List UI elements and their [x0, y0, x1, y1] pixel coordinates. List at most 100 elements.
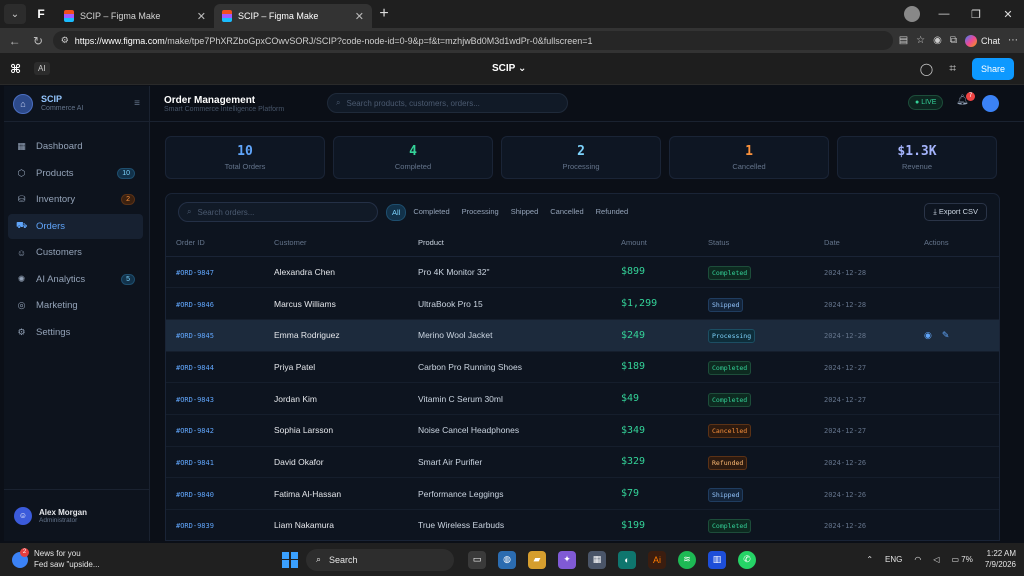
spotify-icon[interactable]: ≋ [678, 550, 696, 569]
tab-close-icon[interactable]: ✕ [197, 10, 206, 23]
table-row[interactable]: #ORD-9844 Priya Patel Carbon Pro Running… [166, 351, 999, 384]
store-icon[interactable]: ▦ [588, 550, 606, 569]
tab-close-icon[interactable]: ✕ [355, 10, 364, 23]
column-header[interactable]: Date [824, 230, 924, 257]
figma-logo-icon[interactable]: ⌘ [10, 62, 26, 76]
sidebar-item-customers[interactable]: ☺ Customers [8, 240, 143, 265]
comment-icon[interactable]: ◯ [920, 62, 933, 76]
sidebar-item-inventory[interactable]: ⛁ Inventory 2 [8, 187, 143, 212]
copilot-chat-button[interactable]: Chat [964, 34, 1000, 47]
clock[interactable]: 1:22 AM 7/9/2026 [985, 549, 1016, 571]
maximize-icon[interactable]: ❐ [960, 8, 992, 21]
minimize-icon[interactable]: — [928, 8, 960, 20]
column-header[interactable]: Product [418, 230, 621, 257]
whatsapp-icon[interactable]: ✆ [738, 550, 756, 569]
stat-card-revenue: $1.3K Revenue [837, 136, 997, 179]
sidebar-item-settings[interactable]: ⚙ Settings [8, 320, 143, 345]
product-name: Vitamin C Serum 30ml [418, 382, 621, 415]
widgets-icon[interactable]: ◍ [498, 550, 516, 569]
more-options-icon[interactable]: ⋯ [1008, 35, 1018, 46]
avatar[interactable] [982, 95, 999, 112]
edge-browser-icon[interactable]: ◐ [618, 550, 636, 569]
table-row[interactable]: #ORD-9846 Marcus Williams UltraBook Pro … [166, 287, 999, 320]
extensions-icon[interactable]: ⧉ [950, 35, 957, 46]
project-title-dropdown[interactable]: SCIP ⌄ [492, 63, 526, 74]
clock-date: 7/9/2026 [984, 559, 1016, 569]
inspect-icon[interactable]: ⌗ [949, 61, 956, 76]
share-button[interactable]: Share [971, 57, 1014, 80]
chevron-up-icon[interactable]: ⌃ [866, 555, 873, 564]
filter-refunded[interactable]: Refunded [591, 204, 634, 221]
order-id-link[interactable]: #ORD-9846 [176, 301, 214, 309]
global-search-input[interactable]: ⌕ Search products, customers, orders... [327, 93, 568, 113]
sidebar-item-dashboard[interactable]: ▦ Dashboard [8, 134, 143, 159]
battery-indicator[interactable]: ▭ 7% [952, 555, 973, 564]
table-row[interactable]: #ORD-9845 Emma Rodriguez Merino Wool Jac… [166, 319, 999, 352]
order-id-link[interactable]: #ORD-9844 [176, 364, 214, 372]
table-row[interactable]: #ORD-9847 Alexandra Chen Pro 4K Monitor … [166, 256, 999, 289]
sidebar-item-ai-analytics[interactable]: ✺ AI Analytics 5 [8, 267, 143, 292]
table-header-row: Order ID Customer Product Amount Status … [166, 230, 999, 257]
filter-all[interactable]: All [386, 203, 407, 221]
illustrator-icon[interactable]: Ai [648, 550, 666, 569]
edit-pencil-icon[interactable]: ✎ [942, 330, 960, 340]
browser-tab-1[interactable]: SCIP – Figma Make ✕ [56, 4, 214, 28]
order-id-link[interactable]: #ORD-9839 [176, 522, 214, 530]
sidebar-item-orders[interactable]: ⛟ Orders [8, 213, 143, 239]
table-row[interactable]: #ORD-9840 Fatima Al-Hassan Performance L… [166, 477, 999, 510]
filter-cancelled[interactable]: Cancelled [545, 204, 588, 221]
url-field[interactable]: ⚙ https://www.figma.com/make/tpe7PhXRZbo… [52, 31, 893, 50]
user-profile[interactable]: ☺ Alex Morgan Administrator [4, 489, 150, 541]
column-header[interactable]: Amount [621, 230, 708, 257]
news-widget[interactable]: 2 News for you Fed saw "upside... [0, 547, 260, 571]
reader-mode-icon[interactable]: ▤ [899, 35, 908, 46]
tab-actions-chevron-icon[interactable]: ⌄ [4, 4, 26, 24]
copilot-app-icon[interactable]: ✦ [558, 550, 576, 569]
trello-icon[interactable]: ▥ [708, 550, 726, 569]
language-indicator[interactable]: ENG [885, 555, 902, 564]
profile-icon[interactable]: ◉ [933, 35, 942, 46]
hamburger-menu-icon[interactable]: ≡ [134, 98, 140, 109]
site-info-icon[interactable]: ⚙ [61, 35, 69, 46]
table-row[interactable]: #ORD-9841 David Okafor Smart Air Purifie… [166, 446, 999, 479]
sidebar-item-products[interactable]: ⬡ Products 10 [8, 161, 143, 186]
column-header[interactable]: Customer [274, 230, 418, 257]
avatar: ☺ [14, 506, 32, 525]
order-id-link[interactable]: #ORD-9845 [176, 332, 214, 340]
table-row[interactable]: #ORD-9842 Sophia Larsson Noise Cancel He… [166, 414, 999, 447]
profile-avatar-icon[interactable] [904, 6, 920, 22]
stat-card-processing: 2 Processing [501, 136, 661, 179]
order-id-link[interactable]: #ORD-9841 [176, 459, 214, 467]
windows-start-icon[interactable] [282, 551, 298, 568]
filter-shipped[interactable]: Shipped [506, 204, 544, 221]
new-tab-plus-icon[interactable]: + [372, 5, 396, 23]
order-search-input[interactable]: ⌕ Search orders... [178, 202, 378, 222]
order-id-link[interactable]: #ORD-9840 [176, 491, 214, 499]
news-icon: 2 [12, 547, 29, 568]
filter-completed[interactable]: Completed [408, 204, 454, 221]
pinned-tab-figma-icon[interactable]: F [26, 0, 56, 28]
volume-icon[interactable]: ◁ [933, 555, 939, 564]
file-explorer-icon[interactable]: ▰ [528, 550, 546, 569]
table-row[interactable]: #ORD-9843 Jordan Kim Vitamin C Serum 30m… [166, 382, 999, 415]
task-view-icon[interactable]: ▭ [468, 550, 486, 569]
column-header[interactable]: Status [708, 230, 824, 257]
close-window-icon[interactable]: ✕ [992, 8, 1024, 21]
status-badge: Shipped [708, 487, 744, 502]
table-row[interactable]: #ORD-9839 Liam Nakamura True Wireless Ea… [166, 509, 999, 540]
order-id-link[interactable]: #ORD-9843 [176, 396, 214, 404]
browser-tab-2[interactable]: SCIP – Figma Make ✕ [214, 4, 372, 28]
view-eye-icon[interactable]: ◉ [924, 330, 942, 340]
refresh-icon[interactable]: ↻ [29, 34, 46, 48]
back-arrow-icon[interactable]: ← [6, 34, 23, 48]
order-id-link[interactable]: #ORD-9847 [176, 269, 214, 277]
wifi-icon[interactable]: ◠ [914, 555, 921, 564]
order-id-link[interactable]: #ORD-9842 [176, 427, 214, 435]
ai-badge[interactable]: AI [34, 62, 50, 75]
taskbar-search-input[interactable]: ⌕ Search [306, 548, 454, 571]
filter-processing[interactable]: Processing [457, 204, 504, 221]
sidebar-item-marketing[interactable]: ◎ Marketing [8, 293, 143, 318]
export-csv-button[interactable]: ⤓ Export CSV [924, 203, 987, 221]
column-header[interactable]: Order ID [166, 230, 274, 257]
favorite-star-icon[interactable]: ☆ [916, 35, 925, 46]
